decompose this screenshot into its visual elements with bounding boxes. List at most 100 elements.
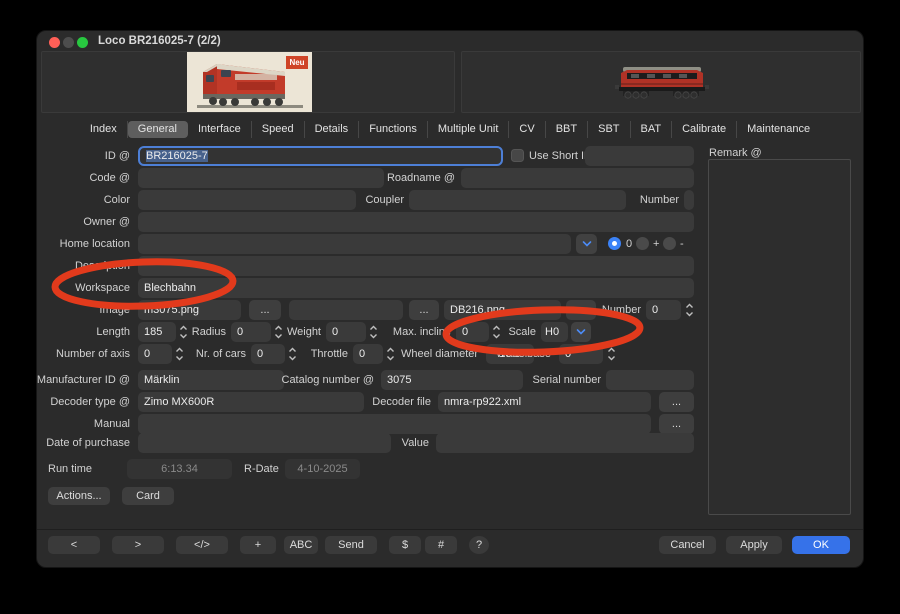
tab-calibrate[interactable]: Calibrate — [672, 121, 737, 138]
apply-button[interactable]: Apply — [726, 536, 782, 554]
wheelbase-input[interactable]: 0 — [559, 344, 603, 364]
tab-cv[interactable]: CV — [509, 121, 545, 138]
roadname-input[interactable] — [461, 168, 694, 188]
tab-bbt[interactable]: BBT — [546, 121, 588, 138]
zoom-button[interactable] — [77, 37, 88, 48]
help-button[interactable]: ? — [469, 536, 489, 554]
image-number-stepper[interactable] — [685, 302, 694, 318]
abc-button[interactable]: ABC — [284, 536, 318, 554]
actions-button[interactable]: Actions... — [48, 487, 110, 505]
coupler-input[interactable] — [409, 190, 626, 210]
home-radio-plus-label: + — [653, 238, 659, 251]
tab-bar: Index General Interface Speed Details Fu… — [37, 121, 863, 138]
tab-functions[interactable]: Functions — [359, 121, 428, 138]
weight-stepper[interactable] — [369, 324, 378, 340]
number-of-axis-stepper[interactable] — [175, 346, 184, 362]
scale-value[interactable]: H0 — [541, 322, 568, 342]
hash-button[interactable]: # — [425, 536, 457, 554]
short-id-input[interactable] — [585, 146, 694, 166]
image-browse1-button[interactable]: ... — [249, 300, 281, 320]
serial-number-input[interactable] — [606, 370, 694, 390]
tab-maintenance[interactable]: Maintenance — [737, 121, 820, 138]
card-button[interactable]: Card — [122, 487, 174, 505]
number-of-axis-input[interactable]: 0 — [138, 344, 172, 364]
workspace-input[interactable]: Blechbahn — [138, 278, 694, 298]
throttle-stepper[interactable] — [386, 346, 395, 362]
image-file2-input[interactable] — [289, 300, 403, 320]
manual-browse-button[interactable]: ... — [659, 414, 694, 434]
image-file3-input[interactable]: DB216.png — [444, 300, 561, 320]
scale-dropdown-button[interactable] — [571, 322, 591, 342]
length-input[interactable]: 185 — [138, 322, 176, 342]
use-short-id-checkbox[interactable] — [511, 149, 524, 162]
home-radio-minus[interactable] — [663, 237, 676, 250]
loco-side-image — [607, 65, 717, 101]
manual-label: Manual — [94, 418, 130, 431]
id-input[interactable]: BR216025-7 — [138, 146, 503, 166]
window-title: Loco BR216025-7 (2/2) — [98, 35, 221, 47]
tab-speed[interactable]: Speed — [252, 121, 305, 138]
description-label: Description — [75, 260, 130, 273]
stepper-arrows-icon — [685, 302, 694, 318]
wheelbase-stepper[interactable] — [607, 346, 616, 362]
dollar-button[interactable]: $ — [389, 536, 421, 554]
nav-back-button[interactable]: < — [48, 536, 100, 554]
radius-stepper[interactable] — [274, 324, 283, 340]
value-input[interactable] — [436, 433, 694, 453]
description-input[interactable] — [138, 256, 694, 276]
color-input[interactable] — [138, 190, 356, 210]
nr-of-cars-stepper[interactable] — [288, 346, 297, 362]
max-incline-input[interactable]: 0 — [456, 322, 489, 342]
coupler-number-input[interactable] — [684, 190, 694, 210]
home-radio-zero[interactable] — [608, 237, 621, 250]
r-date-value: 4-10-2025 — [285, 459, 360, 479]
home-location-input[interactable] — [138, 234, 571, 254]
manual-input[interactable] — [138, 414, 651, 434]
home-radio-minus-label: - — [680, 238, 684, 251]
nav-code-button[interactable]: </> — [176, 536, 228, 554]
tab-index[interactable]: Index — [80, 121, 128, 138]
home-location-dropdown-button[interactable] — [576, 234, 597, 254]
manufacturer-id-input[interactable]: Märklin — [138, 370, 284, 390]
ok-button[interactable]: OK — [792, 536, 850, 554]
image-browse2-button[interactable]: ... — [409, 300, 439, 320]
tab-bat[interactable]: BAT — [631, 121, 673, 138]
footer-bar: < > </> + ABC Send $ # ? Cancel Apply OK — [37, 529, 863, 567]
max-incline-stepper[interactable] — [492, 324, 501, 340]
badge-text: Neu — [289, 58, 304, 67]
catalog-number-input[interactable]: 3075 — [381, 370, 523, 390]
value-label: Value — [394, 437, 429, 450]
code-input[interactable] — [138, 168, 384, 188]
minimize-button[interactable] — [63, 37, 74, 48]
decoder-file-input[interactable]: nmra-rp922.xml — [438, 392, 651, 412]
nr-of-cars-input[interactable]: 0 — [251, 344, 285, 364]
decoder-file-browse-button[interactable]: ... — [659, 392, 694, 412]
tab-sbt[interactable]: SBT — [588, 121, 630, 138]
image-browse3-button[interactable] — [566, 300, 596, 320]
date-of-purchase-input[interactable] — [138, 433, 391, 453]
tab-general[interactable]: General — [128, 121, 188, 138]
nav-forward-button[interactable]: > — [112, 536, 164, 554]
scale-label: Scale — [501, 326, 536, 339]
close-button[interactable] — [49, 37, 60, 48]
tab-multiple-unit[interactable]: Multiple Unit — [428, 121, 510, 138]
use-short-id-label: Use Short ID — [529, 150, 592, 163]
owner-input[interactable] — [138, 212, 694, 232]
decoder-file-label: Decoder file — [369, 396, 431, 409]
stepper-arrows-icon — [175, 346, 184, 362]
image-number-input[interactable]: 0 — [646, 300, 681, 320]
weight-input[interactable]: 0 — [326, 322, 366, 342]
loco-catalog-image: Neu — [187, 52, 312, 112]
send-button[interactable]: Send — [325, 536, 377, 554]
tab-details[interactable]: Details — [305, 121, 360, 138]
throttle-input[interactable]: 0 — [353, 344, 383, 364]
image-file1-input[interactable]: m3075.png — [138, 300, 241, 320]
home-radio-plus[interactable] — [636, 237, 649, 250]
radius-input[interactable]: 0 — [231, 322, 271, 342]
tab-interface[interactable]: Interface — [188, 121, 252, 138]
cancel-button[interactable]: Cancel — [659, 536, 716, 554]
add-button[interactable]: + — [240, 536, 276, 554]
coupler-number-label: Number — [629, 194, 679, 207]
remark-textarea[interactable] — [708, 159, 851, 515]
decoder-type-input[interactable]: Zimo MX600R — [138, 392, 364, 412]
